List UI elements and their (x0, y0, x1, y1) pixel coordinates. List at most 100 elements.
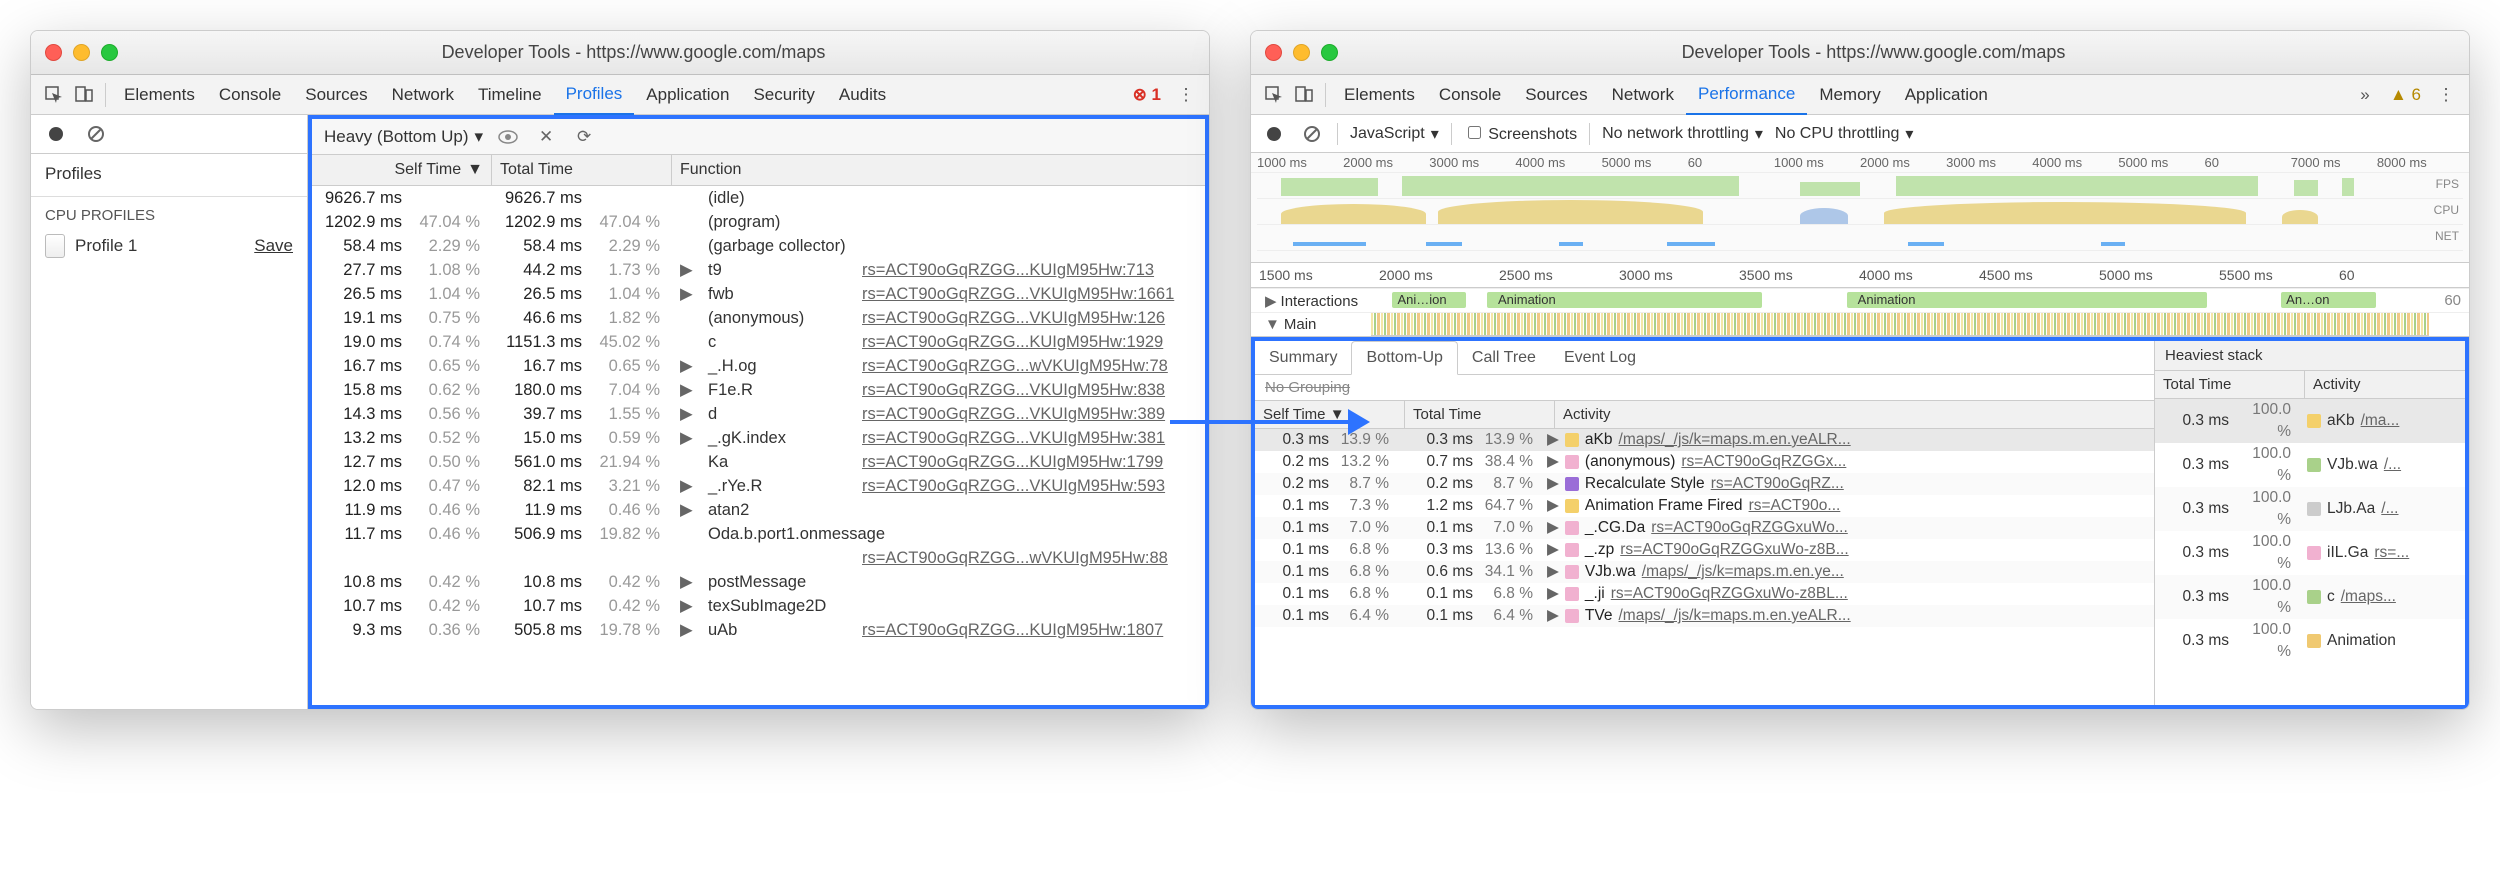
close-icon[interactable] (1265, 44, 1282, 61)
table-row[interactable]: 9626.7 ms9626.7 ms(idle) (312, 186, 1205, 210)
tab-application[interactable]: Application (1893, 76, 2000, 114)
clear-icon[interactable] (83, 121, 109, 147)
caret-down-icon[interactable]: ▼ (1265, 316, 1280, 333)
sort-down-icon: ▼ (467, 161, 483, 179)
record-icon[interactable] (43, 121, 69, 147)
track-main[interactable]: ▼Main (1251, 312, 2469, 336)
table-row[interactable]: 0.2 ms8.7 %0.2 ms8.7 %▶Recalculate Style… (1255, 473, 2154, 495)
record-icon[interactable] (1261, 121, 1287, 147)
table-row[interactable]: 11.7 ms0.46 %506.9 ms19.82 %Oda.b.port1.… (312, 522, 1205, 546)
table-row[interactable]: 0.3 ms100.0 %VJb.wa /... (2155, 443, 2465, 487)
table-row[interactable]: 0.3 ms100.0 %LJb.Aa /... (2155, 487, 2465, 531)
screenshots-checkbox[interactable]: Screenshots (1464, 123, 1577, 144)
track-interactions[interactable]: ▶Interactions Ani…ion Animation Animatio… (1251, 288, 2469, 312)
header-activity[interactable]: Activity (2305, 371, 2465, 398)
zoom-icon[interactable] (1321, 44, 1338, 61)
table-row[interactable]: 0.3 ms13.9 %0.3 ms13.9 %▶aKb /maps/_/js/… (1255, 429, 2154, 451)
tab-performance[interactable]: Performance (1686, 75, 1807, 115)
table-row[interactable]: 26.5 ms1.04 %26.5 ms1.04 %▶fwbrs=ACT90oG… (312, 282, 1205, 306)
table-row[interactable]: 0.1 ms6.8 %0.6 ms34.1 %▶VJb.wa /maps/_/j… (1255, 561, 2154, 583)
table-row[interactable]: 16.7 ms0.65 %16.7 ms0.65 %▶_.H.ogrs=ACT9… (312, 354, 1205, 378)
subtab-event-log[interactable]: Event Log (1550, 342, 1650, 374)
more-tabs-icon[interactable]: » (2350, 80, 2380, 110)
minimize-icon[interactable] (1293, 44, 1310, 61)
table-row[interactable]: 19.1 ms0.75 %46.6 ms1.82 %(anonymous)rs=… (312, 306, 1205, 330)
tab-application[interactable]: Application (634, 76, 741, 114)
inspect-icon[interactable] (39, 80, 69, 110)
caret-right-icon[interactable]: ▶ (1265, 293, 1277, 310)
tab-audits[interactable]: Audits (827, 76, 898, 114)
table-row[interactable]: 12.0 ms0.47 %82.1 ms3.21 %▶_.rYe.Rrs=ACT… (312, 474, 1205, 498)
table-row[interactable]: 15.8 ms0.62 %180.0 ms7.04 %▶F1e.Rrs=ACT9… (312, 378, 1205, 402)
table-row[interactable]: 10.7 ms0.42 %10.7 ms0.42 %▶texSubImage2D (312, 594, 1205, 618)
cpu-throttle-select[interactable]: No CPU throttling ▾ (1775, 124, 1914, 144)
network-throttle-select[interactable]: No network throttling ▾ (1602, 124, 1763, 144)
table-row[interactable]: 0.1 ms7.3 %1.2 ms64.7 %▶Animation Frame … (1255, 495, 2154, 517)
tab-console[interactable]: Console (207, 76, 293, 114)
table-row[interactable]: 27.7 ms1.08 %44.2 ms1.73 %▶t9rs=ACT90oGq… (312, 258, 1205, 282)
table-row[interactable]: 0.3 ms100.0 %c /maps... (2155, 575, 2465, 619)
header-self-time[interactable]: Self Time ▼ (312, 155, 492, 185)
grouping-select[interactable]: No Grouping (1255, 375, 2154, 401)
dispatch-select[interactable]: JavaScript ▾ (1350, 124, 1439, 144)
tab-security[interactable]: Security (741, 76, 826, 114)
tab-network[interactable]: Network (380, 76, 466, 114)
tab-elements[interactable]: Elements (112, 76, 207, 114)
sidebar-item-profile1[interactable]: Profile 1 Save (31, 228, 307, 264)
close-x-icon[interactable]: ✕ (533, 124, 559, 150)
table-row[interactable]: 19.0 ms0.74 %1151.3 ms45.02 %crs=ACT90oG… (312, 330, 1205, 354)
subtab-summary[interactable]: Summary (1255, 342, 1351, 374)
table-row[interactable]: 0.1 ms6.8 %0.3 ms13.6 %▶_.zp rs=ACT90oGq… (1255, 539, 2154, 561)
header-function[interactable]: Function (672, 155, 1205, 185)
inspect-icon[interactable] (1259, 80, 1289, 110)
device-icon[interactable] (69, 80, 99, 110)
table-row[interactable]: 13.2 ms0.52 %15.0 ms0.59 %▶_.gK.indexrs=… (312, 426, 1205, 450)
table-row[interactable]: 0.3 ms100.0 %Animation (2155, 619, 2465, 663)
kebab-icon[interactable]: ⋮ (2431, 80, 2461, 110)
table-row[interactable]: 0.3 ms100.0 %iIL.Ga rs=... (2155, 531, 2465, 575)
zoom-icon[interactable] (101, 44, 118, 61)
header-total-time[interactable]: Total Time (1405, 401, 1555, 428)
table-row[interactable]: 0.3 ms100.0 %aKb /ma... (2155, 399, 2465, 443)
tab-timeline[interactable]: Timeline (466, 76, 554, 114)
titlebar[interactable]: Developer Tools - https://www.google.com… (1251, 31, 2469, 75)
table-row[interactable]: 1202.9 ms47.04 %1202.9 ms47.04 %(program… (312, 210, 1205, 234)
overview-timeline[interactable]: 1000 ms2000 ms3000 ms4000 ms5000 ms60100… (1251, 153, 2469, 263)
header-total-time[interactable]: Total Time (492, 155, 672, 185)
tab-memory[interactable]: Memory (1807, 76, 1892, 114)
titlebar[interactable]: Developer Tools - https://www.google.com… (31, 31, 1209, 75)
device-icon[interactable] (1289, 80, 1319, 110)
minimize-icon[interactable] (73, 44, 90, 61)
table-row[interactable]: 12.7 ms0.50 %561.0 ms21.94 %Kars=ACT90oG… (312, 450, 1205, 474)
header-activity[interactable]: Activity (1555, 401, 2154, 428)
view-mode-select[interactable]: Heavy (Bottom Up) ▾ (324, 127, 483, 147)
devtools-window-old: Developer Tools - https://www.google.com… (30, 30, 1210, 710)
table-row[interactable]: 58.4 ms2.29 %58.4 ms2.29 %(garbage colle… (312, 234, 1205, 258)
clear-icon[interactable] (1299, 121, 1325, 147)
table-row[interactable]: 10.8 ms0.42 %10.8 ms0.42 %▶postMessage (312, 570, 1205, 594)
table-row[interactable]: 11.9 ms0.46 %11.9 ms0.46 %▶atan2 (312, 498, 1205, 522)
kebab-icon[interactable]: ⋮ (1171, 80, 1201, 110)
table-row[interactable]: 0.1 ms6.8 %0.1 ms6.8 %▶_.ji rs=ACT90oGqR… (1255, 583, 2154, 605)
table-row[interactable]: 0.1 ms6.4 %0.1 ms6.4 %▶TVe /maps/_/js/k=… (1255, 605, 2154, 627)
tab-sources[interactable]: Sources (1513, 76, 1599, 114)
tab-profiles[interactable]: Profiles (554, 75, 635, 115)
tab-elements[interactable]: Elements (1332, 76, 1427, 114)
subtab-bottom-up[interactable]: Bottom-Up (1351, 341, 1457, 375)
error-badge[interactable]: ⊗ 1 (1123, 85, 1171, 105)
tab-network[interactable]: Network (1600, 76, 1686, 114)
tab-sources[interactable]: Sources (293, 76, 379, 114)
header-total-time[interactable]: Total Time (2155, 371, 2305, 398)
tab-console[interactable]: Console (1427, 76, 1513, 114)
table-row[interactable]: 0.2 ms13.2 %0.7 ms38.4 %▶(anonymous) rs=… (1255, 451, 2154, 473)
close-icon[interactable] (45, 44, 62, 61)
focus-icon[interactable] (495, 124, 521, 150)
save-link[interactable]: Save (254, 236, 293, 256)
table-row[interactable]: rs=ACT90oGqRZGG...wVKUIgM95Hw:88 (312, 546, 1205, 570)
table-row[interactable]: 14.3 ms0.56 %39.7 ms1.55 %▶drs=ACT90oGqR… (312, 402, 1205, 426)
table-row[interactable]: 9.3 ms0.36 %505.8 ms19.78 %▶uAbrs=ACT90o… (312, 618, 1205, 642)
refresh-icon[interactable]: ⟳ (571, 124, 597, 150)
table-row[interactable]: 0.1 ms7.0 %0.1 ms7.0 %▶_.CG.Da rs=ACT90o… (1255, 517, 2154, 539)
subtab-call-tree[interactable]: Call Tree (1458, 342, 1550, 374)
warning-badge[interactable]: ▲ 6 (2380, 85, 2431, 105)
